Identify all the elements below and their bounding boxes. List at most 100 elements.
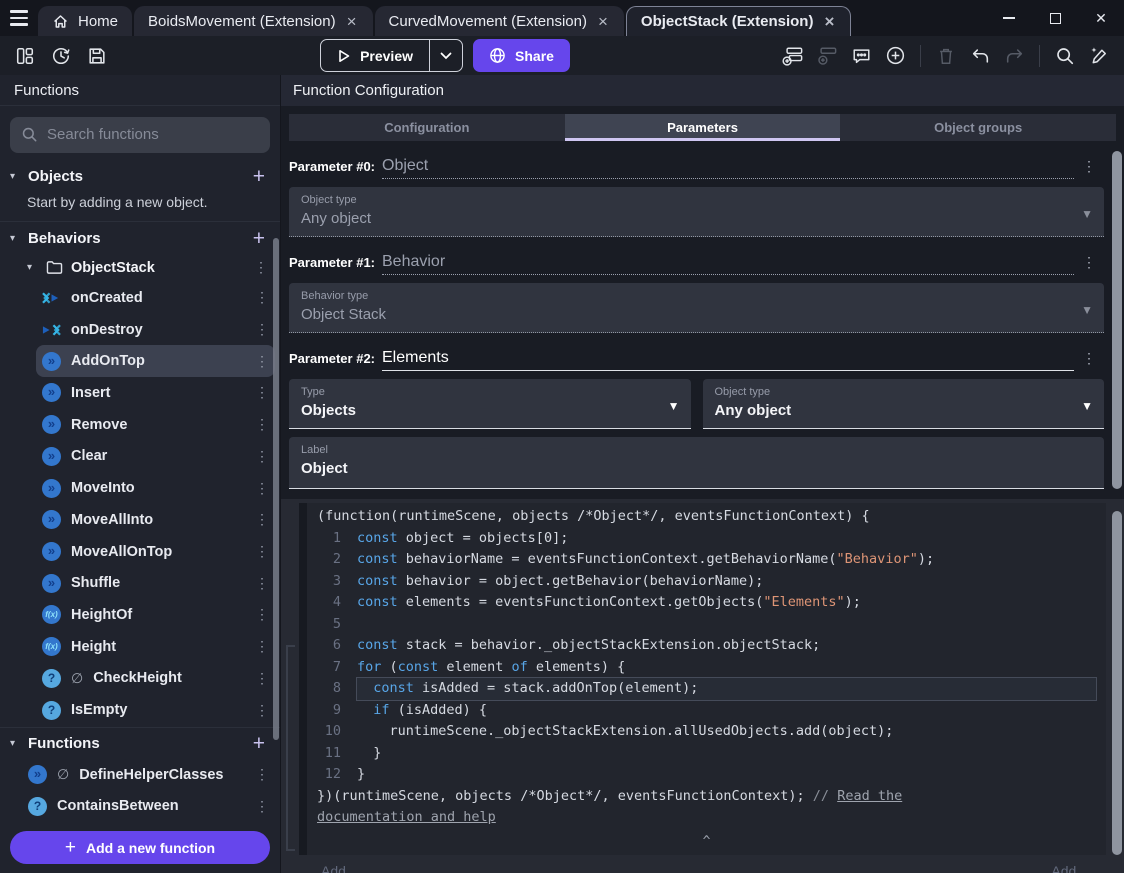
search-functions-input[interactable] (47, 126, 259, 144)
parameter-0-name-field: Object (382, 157, 1074, 179)
kebab-menu-icon[interactable]: ⋮ (1074, 254, 1104, 275)
chevron-down-icon: ▼ (1081, 399, 1093, 413)
sidebar-item-containsbetween[interactable]: ? ContainsBetween ⋮ (22, 790, 275, 822)
preview-button[interactable]: Preview (321, 40, 429, 71)
add-circle-icon[interactable] (880, 41, 910, 71)
kebab-menu-icon[interactable]: ⋮ (253, 353, 271, 370)
kebab-menu-icon[interactable]: ⋮ (253, 543, 271, 560)
tab-objectstack[interactable]: ObjectStack (Extension) × (625, 6, 852, 36)
kebab-menu-icon[interactable]: ⋮ (253, 606, 271, 623)
sidebar-item-definehelperclasses[interactable]: » ∅ DefineHelperClasses ⋮ (22, 759, 275, 791)
tab-boidsmovement[interactable]: BoidsMovement (Extension) × (134, 6, 373, 36)
magic-pen-icon[interactable] (1084, 41, 1114, 71)
close-window-button[interactable]: ✕ (1078, 0, 1124, 36)
collapse-caret-icon[interactable]: ^ (307, 831, 1106, 853)
kebab-menu-icon[interactable]: ⋮ (253, 702, 271, 719)
add-comment-icon[interactable] (846, 41, 876, 71)
documentation-link[interactable]: documentation and help (317, 809, 496, 825)
tab-home[interactable]: Home (38, 6, 133, 36)
history-icon[interactable] (46, 41, 76, 71)
documentation-link[interactable]: Read the (837, 788, 902, 804)
kebab-menu-icon[interactable]: ⋮ (253, 670, 271, 687)
delete-icon[interactable] (931, 41, 961, 71)
search-icon[interactable] (1050, 41, 1080, 71)
objects-section-header[interactable]: ▾ Objects + (0, 162, 280, 192)
sidebar-item-heightof[interactable]: f(x) HeightOf ⋮ (36, 599, 275, 631)
tab-object-groups[interactable]: Object groups (840, 114, 1116, 141)
add-object-button[interactable]: + (250, 166, 268, 187)
parameter-2-type-select[interactable]: Type Objects ▼ (289, 379, 691, 429)
sidebar-item-checkheight[interactable]: ? ∅ CheckHeight ⋮ (36, 663, 275, 695)
parameter-2-name-field[interactable]: Elements (382, 349, 1074, 371)
add-behavior-button[interactable]: + (250, 228, 268, 249)
main-menu-button[interactable] (0, 0, 38, 36)
save-icon[interactable] (82, 41, 112, 71)
main-scrollbar-thumb[interactable] (1112, 151, 1122, 489)
preview-options-chevron[interactable] (429, 40, 462, 71)
home-icon (52, 13, 69, 30)
sidebar-scrollbar[interactable] (273, 238, 279, 740)
kebab-menu-icon[interactable]: ⋮ (253, 798, 271, 815)
sidebar-item-isempty[interactable]: ? IsEmpty ⋮ (36, 694, 275, 726)
action-icon: » (42, 573, 61, 593)
sidebar-item-moveallontop[interactable]: » MoveAllOnTop ⋮ (36, 536, 275, 568)
tab-curvedmovement[interactable]: CurvedMovement (Extension) × (374, 6, 624, 36)
tab-parameters[interactable]: Parameters (564, 114, 841, 141)
tab-configuration[interactable]: Configuration (289, 114, 565, 141)
parameter-2-label-input[interactable]: Label Object (289, 437, 1104, 489)
add-new-function-button[interactable]: + Add a new function (10, 831, 270, 864)
sidebar-item-remove[interactable]: » Remove ⋮ (36, 409, 275, 441)
add-hint-right[interactable]: Add... (1051, 863, 1088, 873)
kebab-menu-icon[interactable]: ⋮ (253, 511, 271, 528)
kebab-menu-icon[interactable]: ⋮ (253, 766, 271, 783)
configuration-tabs: Configuration Parameters Object groups (289, 114, 1116, 141)
code-scrollbar-thumb[interactable] (1112, 511, 1122, 855)
kebab-menu-icon[interactable]: ⋮ (253, 448, 271, 465)
search-functions-box[interactable] (10, 117, 270, 153)
action-icon: » (42, 478, 61, 498)
functions-section-header[interactable]: ▾ Functions + (0, 729, 280, 759)
undo-icon[interactable] (965, 41, 995, 71)
behavior-group-objectstack[interactable]: ▾ ObjectStack ⋮ (0, 253, 280, 282)
sidebar-item-height[interactable]: f(x) Height ⋮ (36, 631, 275, 663)
add-hint-left[interactable]: Add... (321, 863, 358, 873)
functions-sidebar: Functions ▾ Objects + Start by adding a … (0, 75, 281, 873)
kebab-menu-icon[interactable]: ⋮ (253, 638, 271, 655)
kebab-menu-icon[interactable]: ⋮ (253, 416, 271, 433)
sidebar-item-clear[interactable]: » Clear ⋮ (36, 441, 275, 473)
sidebar-item-addontop[interactable]: » AddOnTop ⋮ (36, 345, 275, 378)
search-icon (21, 126, 38, 143)
maximize-button[interactable] (1032, 0, 1078, 36)
add-function-plus-button[interactable]: + (250, 733, 268, 754)
javascript-code-editor[interactable]: (function(runtimeScene, objects /*Object… (299, 503, 1106, 855)
action-icon: » (42, 383, 61, 403)
kebab-menu-icon[interactable]: ⋮ (253, 321, 271, 338)
kebab-menu-icon[interactable]: ⋮ (253, 384, 271, 401)
expression-icon: f(x) (42, 605, 61, 625)
share-button[interactable]: Share (473, 39, 570, 72)
open-panels-icon[interactable] (10, 41, 40, 71)
kebab-menu-icon[interactable]: ⋮ (1074, 158, 1104, 179)
plus-icon: + (64, 836, 76, 858)
sidebar-item-oncreated[interactable]: onCreated ⋮ (36, 282, 275, 314)
condition-icon: ? (42, 700, 61, 720)
sidebar-item-shuffle[interactable]: » Shuffle ⋮ (36, 567, 275, 599)
parameter-2-object-type-select[interactable]: Object type Any object ▼ (702, 379, 1104, 429)
kebab-menu-icon[interactable]: ⋮ (253, 575, 271, 592)
behaviors-section-header[interactable]: ▾ Behaviors + (0, 223, 280, 253)
kebab-menu-icon[interactable]: ⋮ (1074, 350, 1104, 371)
kebab-menu-icon[interactable]: ⋮ (253, 289, 271, 306)
minimize-button[interactable] (986, 0, 1032, 36)
close-tab-icon[interactable]: × (596, 13, 610, 30)
sidebar-item-moveinto[interactable]: » MoveInto ⋮ (36, 472, 275, 504)
kebab-menu-icon[interactable]: ⋮ (253, 480, 271, 497)
kebab-menu-icon[interactable]: ⋮ (252, 259, 270, 276)
close-tab-icon[interactable]: × (822, 13, 836, 30)
redo-icon[interactable] (999, 41, 1029, 71)
sidebar-item-insert[interactable]: » Insert ⋮ (36, 377, 275, 409)
close-tab-icon[interactable]: × (345, 13, 359, 30)
sidebar-item-moveallinto[interactable]: » MoveAllInto ⋮ (36, 504, 275, 536)
add-event-icon[interactable] (778, 41, 808, 71)
sidebar-item-ondestroy[interactable]: onDestroy ⋮ (36, 314, 275, 346)
add-subevent-icon[interactable] (812, 41, 842, 71)
